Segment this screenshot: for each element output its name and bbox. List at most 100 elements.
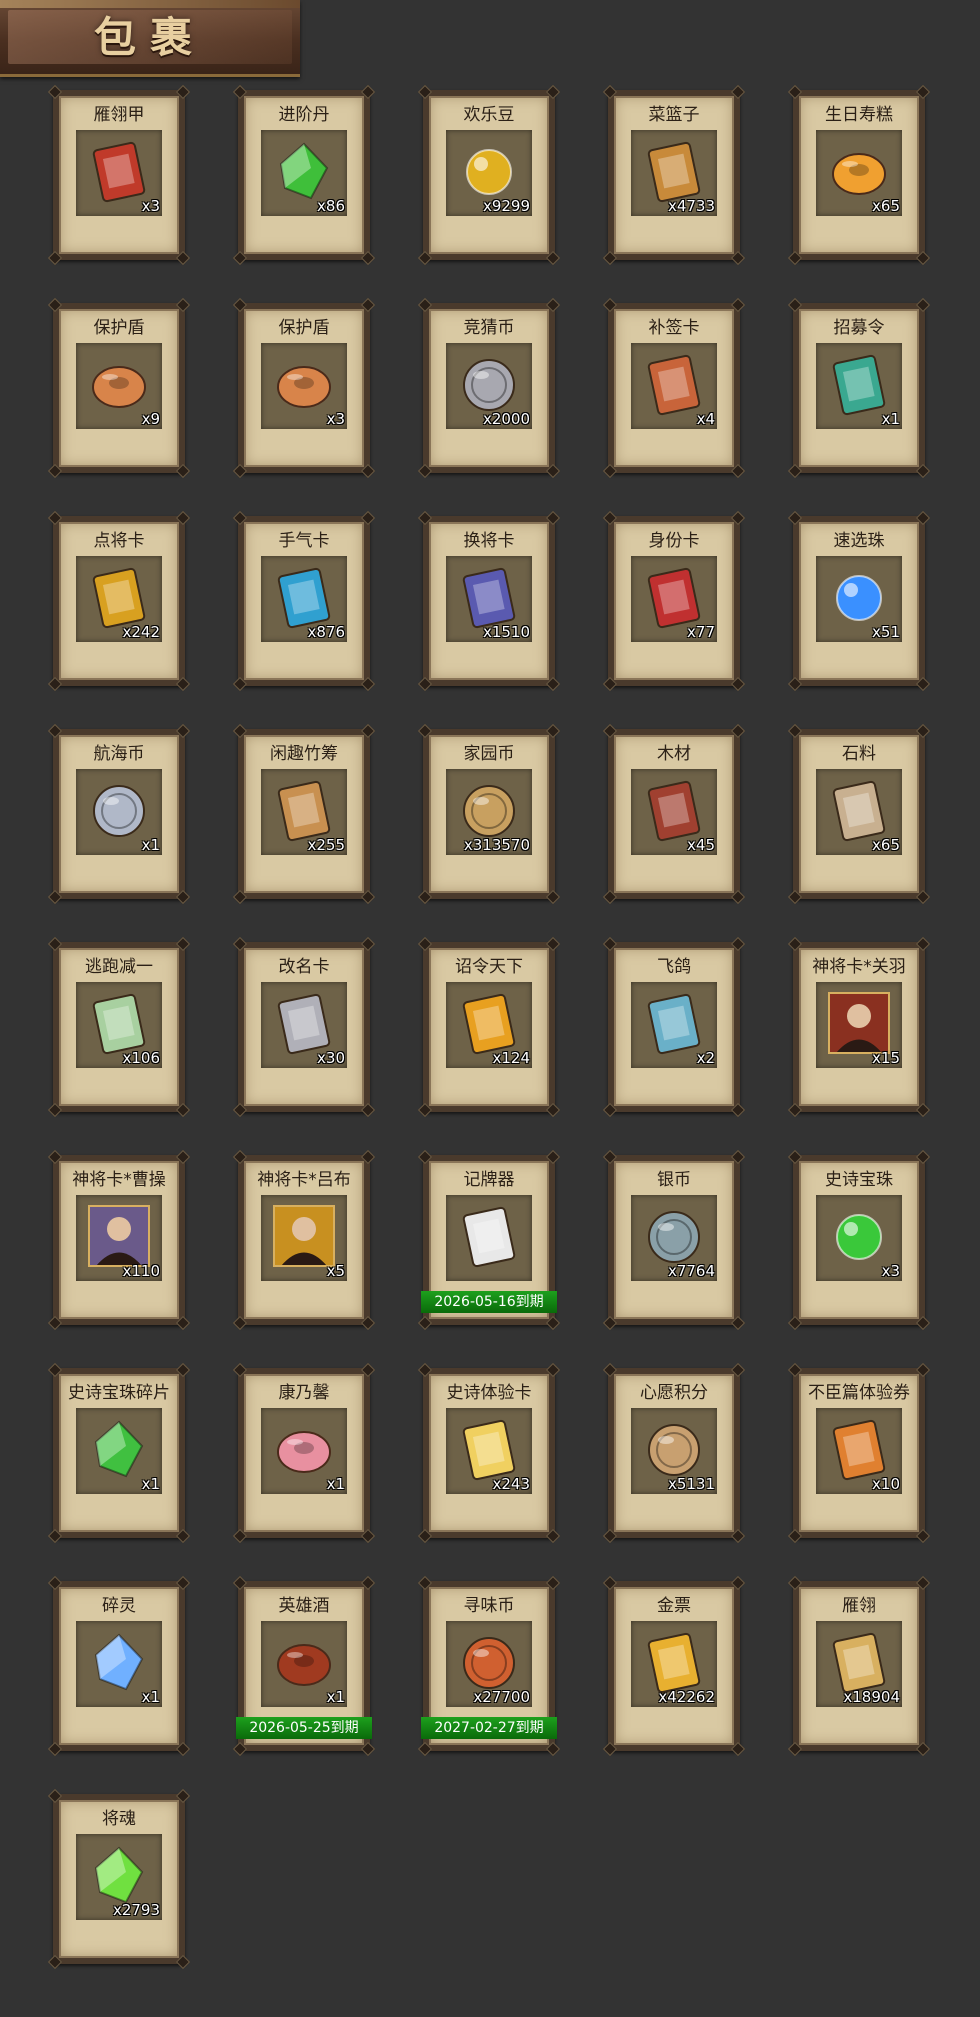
card-corner-ornament bbox=[232, 84, 248, 100]
orb-icon bbox=[826, 1203, 892, 1269]
card-corner-ornament bbox=[545, 1362, 561, 1378]
card-corner-ornament bbox=[602, 1575, 618, 1591]
item-card[interactable]: 记牌器 2026-05-16到期 bbox=[417, 1149, 561, 1331]
item-card[interactable]: 速选珠 x51 bbox=[787, 510, 931, 692]
pigeon-icon bbox=[641, 990, 707, 1056]
item-icon-slot: x255 bbox=[261, 769, 347, 855]
card-corner-ornament bbox=[915, 1315, 931, 1331]
item-quantity: x27700 bbox=[473, 1688, 530, 1706]
item-quantity: x2 bbox=[696, 1049, 715, 1067]
item-card[interactable]: 点将卡 x242 bbox=[47, 510, 191, 692]
card-corner-ornament bbox=[730, 1362, 746, 1378]
item-card[interactable]: 英雄酒 x1 2026-05-25到期 bbox=[232, 1575, 376, 1757]
item-card[interactable]: 逃跑减一 x106 bbox=[47, 936, 191, 1118]
item-quantity: x45 bbox=[687, 836, 715, 854]
card-corner-ornament bbox=[360, 1362, 376, 1378]
item-card[interactable]: 补签卡 x4 bbox=[602, 297, 746, 479]
item-card[interactable]: 寻味币 x27700 2027-02-27到期 bbox=[417, 1575, 561, 1757]
item-card[interactable]: 换将卡 x1510 bbox=[417, 510, 561, 692]
item-quantity: x255 bbox=[307, 836, 345, 854]
item-name: 招募令 bbox=[833, 318, 885, 338]
card-corner-ornament bbox=[175, 1149, 191, 1165]
card-corner-ornament bbox=[417, 936, 433, 952]
card-corner-ornament bbox=[545, 510, 561, 526]
item-quantity: x1 bbox=[326, 1475, 345, 1493]
item-icon-slot: x1 bbox=[261, 1621, 347, 1707]
item-card[interactable]: 闲趣竹筹 x255 bbox=[232, 723, 376, 905]
item-card[interactable]: 竞猜币 x2000 bbox=[417, 297, 561, 479]
item-card[interactable]: 飞鸽 x2 bbox=[602, 936, 746, 1118]
item-card[interactable]: 不臣篇体验券 x10 bbox=[787, 1362, 931, 1544]
card-corner-ornament bbox=[232, 936, 248, 952]
card-corner-ornament bbox=[730, 1741, 746, 1757]
item-quantity: x30 bbox=[317, 1049, 345, 1067]
card-corner-ornament bbox=[730, 936, 746, 952]
crystal-icon bbox=[86, 1629, 152, 1695]
item-card[interactable]: 诏令天下 x124 bbox=[417, 936, 561, 1118]
card-corner-ornament bbox=[47, 1315, 63, 1331]
item-card[interactable]: 康乃馨 x1 bbox=[232, 1362, 376, 1544]
card-corner-ornament bbox=[915, 676, 931, 692]
item-icon-slot: x3 bbox=[261, 343, 347, 429]
item-quantity: x42262 bbox=[658, 1688, 715, 1706]
item-card[interactable]: 石料 x65 bbox=[787, 723, 931, 905]
scroll-icon bbox=[456, 990, 522, 1056]
item-card[interactable]: 雁翎 x18904 bbox=[787, 1575, 931, 1757]
item-name: 记牌器 bbox=[463, 1170, 515, 1190]
card-corner-ornament bbox=[545, 936, 561, 952]
item-icon-slot: x18904 bbox=[816, 1621, 902, 1707]
card-corner-ornament bbox=[730, 676, 746, 692]
item-icon-slot: x86 bbox=[261, 130, 347, 216]
item-card[interactable]: 史诗宝珠碎片 x1 bbox=[47, 1362, 191, 1544]
item-card[interactable]: 雁翎甲 x3 bbox=[47, 84, 191, 266]
item-name: 石料 bbox=[842, 744, 876, 764]
card-corner-ornament bbox=[175, 510, 191, 526]
item-card[interactable]: 将魂 x2793 bbox=[47, 1788, 191, 1970]
card-corner-ornament bbox=[417, 889, 433, 905]
recruit-token-icon bbox=[826, 351, 892, 417]
soul-gem-icon bbox=[86, 1842, 152, 1908]
item-name: 寻味币 bbox=[463, 1596, 515, 1616]
item-quantity: x10 bbox=[872, 1475, 900, 1493]
item-card[interactable]: 木材 x45 bbox=[602, 723, 746, 905]
item-card[interactable]: 神将卡*关羽 x15 bbox=[787, 936, 931, 1118]
card-corner-ornament bbox=[360, 84, 376, 100]
item-card[interactable]: 航海币 x1 bbox=[47, 723, 191, 905]
item-card[interactable]: 进阶丹 x86 bbox=[232, 84, 376, 266]
item-expiry-badge: 2026-05-25到期 bbox=[236, 1717, 372, 1739]
card-corner-ornament bbox=[417, 1741, 433, 1757]
stone-icon bbox=[826, 777, 892, 843]
ticket-icon bbox=[826, 1416, 892, 1482]
item-card[interactable]: 神将卡*吕布 x5 bbox=[232, 1149, 376, 1331]
item-card[interactable]: 史诗体验卡 x243 bbox=[417, 1362, 561, 1544]
item-card[interactable]: 生日寿糕 x65 bbox=[787, 84, 931, 266]
item-card[interactable]: 身份卡 x77 bbox=[602, 510, 746, 692]
item-card[interactable]: 招募令 x1 bbox=[787, 297, 931, 479]
card-corner-ornament bbox=[417, 1315, 433, 1331]
card-corner-ornament bbox=[47, 463, 63, 479]
item-icon-slot: x10 bbox=[816, 1408, 902, 1494]
item-card[interactable]: 欢乐豆 x9299 bbox=[417, 84, 561, 266]
card-corner-ornament bbox=[360, 723, 376, 739]
item-card[interactable]: 菜篮子 x4733 bbox=[602, 84, 746, 266]
item-icon-slot: x106 bbox=[76, 982, 162, 1068]
item-card[interactable]: 神将卡*曹操 x110 bbox=[47, 1149, 191, 1331]
item-card[interactable]: 家园币 x313570 bbox=[417, 723, 561, 905]
mask-card-icon bbox=[641, 564, 707, 630]
item-card[interactable]: 手气卡 x876 bbox=[232, 510, 376, 692]
item-name: 身份卡 bbox=[648, 531, 700, 551]
item-card[interactable]: 金票 x42262 bbox=[602, 1575, 746, 1757]
item-card[interactable]: 银币 x7764 bbox=[602, 1149, 746, 1331]
item-card[interactable]: 史诗宝珠 x3 bbox=[787, 1149, 931, 1331]
item-quantity: x3 bbox=[326, 410, 345, 428]
item-card[interactable]: 心愿积分 x5131 bbox=[602, 1362, 746, 1544]
card-corner-ornament bbox=[360, 889, 376, 905]
item-card[interactable]: 改名卡 x30 bbox=[232, 936, 376, 1118]
card-corner-ornament bbox=[787, 1315, 803, 1331]
item-card[interactable]: 保护盾 x9 bbox=[47, 297, 191, 479]
item-card[interactable]: 保护盾 x3 bbox=[232, 297, 376, 479]
card-corner-ornament bbox=[360, 1528, 376, 1544]
item-card[interactable]: 碎灵 x1 bbox=[47, 1575, 191, 1757]
item-name: 心愿积分 bbox=[640, 1383, 708, 1403]
jade-tag-icon bbox=[86, 990, 152, 1056]
